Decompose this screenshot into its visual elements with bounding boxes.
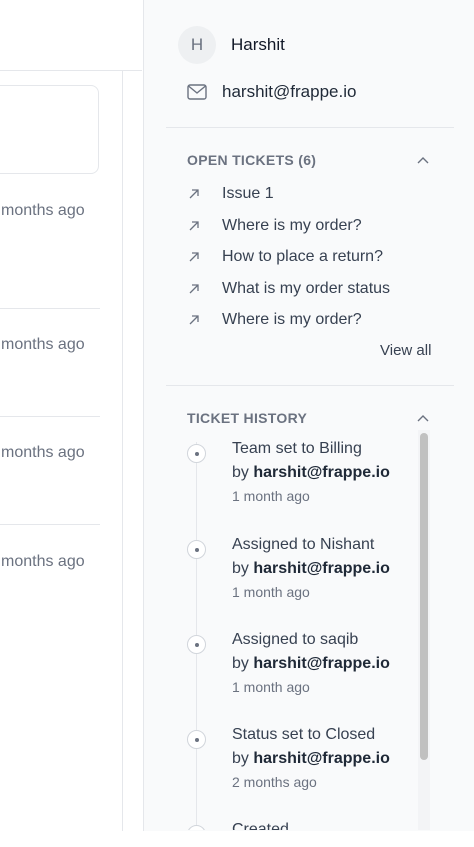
activity-divider [0,416,100,417]
activity-time: months ago [1,444,85,461]
activity-divider [0,308,100,309]
history-event-title: Assigned to saqib [232,631,359,648]
history-event-title: Created [232,821,289,830]
history-event-time: 2 months ago [232,774,317,790]
history-event-author: by harshit@frappe.io [232,655,390,672]
history-event-time: 1 month ago [232,488,310,504]
open-ticket-item[interactable]: Where is my order? [187,214,457,238]
history-event-author: by harshit@frappe.io [232,464,390,481]
history-scrollbar-thumb[interactable] [420,433,428,760]
mail-icon [187,84,207,100]
arrow-up-right-icon [189,252,199,262]
chevron-up-icon[interactable] [416,413,430,423]
timeline-dot-icon [187,540,206,559]
timeline-dot-icon [187,825,206,830]
history-event-title: Team set to Billing [232,440,362,457]
history-event-time: 1 month ago [232,584,310,600]
avatar[interactable]: H [178,26,216,64]
open-ticket-item[interactable]: How to place a return? [187,245,457,269]
activity-time: months ago [1,336,85,353]
history-event-author: by harshit@frappe.io [232,560,390,577]
open-ticket-item[interactable]: Where is my order? [187,308,457,332]
open-tickets-title[interactable]: OPEN TICKETS (6) [187,152,316,168]
section-divider [166,385,454,386]
open-ticket-label: What is my order status [222,280,391,297]
main-scroll-divider [122,71,123,831]
history-event-title: Assigned to Nishant [232,536,375,553]
open-ticket-label: Where is my order? [222,217,362,234]
open-ticket-item[interactable]: Issue 1 [187,182,457,206]
activity-time: months ago [1,553,85,570]
history-event-title: Status set to Closed [232,726,376,743]
main-header [0,0,142,71]
history-event-author: by harshit@frappe.io [232,750,390,767]
main-content: months ago months ago months ago months … [0,0,142,847]
activity-time: months ago [1,202,85,219]
open-ticket-label: Where is my order? [222,311,362,328]
open-ticket-label: Issue 1 [222,185,274,202]
view-all-link[interactable]: View all [380,342,431,359]
contact-name: Harshit [231,35,285,54]
open-ticket-label: How to place a return? [222,248,383,265]
window-bottom-edge [0,831,474,847]
section-divider [166,127,454,128]
timeline-dot-icon [187,444,206,463]
ticket-history-title[interactable]: TICKET HISTORY [187,410,307,426]
activity-divider [0,524,100,525]
arrow-up-right-icon [189,315,199,325]
contact-email[interactable]: harshit@frappe.io [222,82,356,102]
timeline-dot-icon [187,730,206,749]
arrow-up-right-icon [189,221,199,231]
history-event-time: 1 month ago [232,679,310,695]
timeline-dot-icon [187,635,206,654]
reply-editor[interactable] [0,85,99,174]
arrow-up-right-icon [189,189,199,199]
chevron-up-icon[interactable] [416,155,430,165]
arrow-up-right-icon [189,284,199,294]
open-ticket-item[interactable]: What is my order status [187,277,457,301]
app-root: months ago months ago months ago months … [0,0,474,847]
contact-sidebar: H Harshit harshit@frappe.io OPEN TICKETS… [143,0,474,847]
